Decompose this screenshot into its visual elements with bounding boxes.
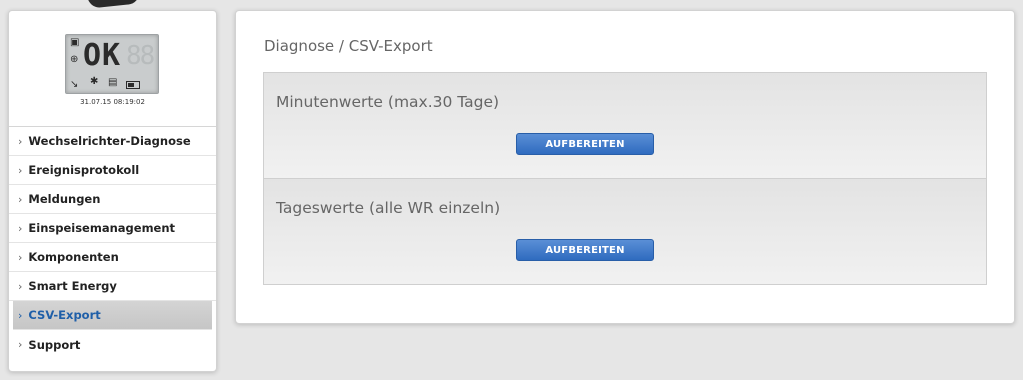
sidebar-item-label: Smart Energy: [28, 279, 117, 293]
lcd-ghost-digits: 88: [126, 41, 155, 71]
sidebar-item-label: Einspeisemanagement: [28, 221, 176, 235]
section-title: Tageswerte (alle WR einzeln): [276, 199, 501, 217]
sidebar-item-smart-energy[interactable]: › Smart Energy: [9, 272, 216, 301]
chevron-right-icon: ›: [18, 192, 23, 206]
sidebar-item-label: Support: [28, 337, 81, 352]
battery-icon: [126, 81, 140, 89]
chevron-right-icon: ›: [18, 338, 23, 351]
sidebar-item-label: Komponenten: [28, 250, 119, 264]
sidebar-item-meldungen[interactable]: › Meldungen: [9, 185, 216, 214]
status-panel: ▣ ⊕ OK 88 ↘ ✱ ▤ 31.07.15 08:19:02: [9, 11, 216, 127]
section-minutenwerte: Minutenwerte (max.30 Tage) AUFBEREITEN: [264, 73, 986, 178]
sidebar: ▣ ⊕ OK 88 ↘ ✱ ▤ 31.07.15 08:19:02 › Wechs…: [8, 10, 217, 372]
sidebar-item-einspeisemanagement[interactable]: › Einspeisemanagement: [9, 214, 216, 243]
sidebar-item-wechselrichter-diagnose[interactable]: › Wechselrichter-Diagnose: [9, 127, 216, 156]
chevron-right-icon: ›: [18, 134, 23, 148]
lcd-status-text: OK: [83, 38, 122, 73]
sidebar-item-support[interactable]: › Support: [9, 330, 216, 359]
chevron-right-icon: ›: [18, 163, 23, 177]
lcd-display: ▣ ⊕ OK 88 ↘ ✱ ▤: [65, 34, 159, 94]
chevron-right-icon: ›: [18, 221, 23, 235]
chevron-right-icon: ›: [18, 250, 23, 264]
section-tageswerte: Tageswerte (alle WR einzeln) AUFBEREITEN: [264, 178, 986, 284]
sidebar-item-ereignisprotokoll[interactable]: › Ereignisprotokoll: [9, 156, 216, 185]
sidebar-item-csv-export[interactable]: › CSV-Export: [13, 301, 212, 330]
breadcrumb: Diagnose / CSV-Export: [264, 37, 433, 55]
chevron-right-icon: ›: [18, 279, 23, 293]
main-panel: Diagnose / CSV-Export Minutenwerte (max.…: [235, 10, 1015, 324]
globe-icon: ⊕: [70, 54, 79, 65]
sun-icon: ▣: [70, 37, 80, 48]
sidebar-item-label: Ereignisprotokoll: [28, 163, 140, 177]
wind-icon: ✱: [90, 76, 99, 87]
prepare-daily-values-button[interactable]: AUFBEREITEN: [516, 239, 654, 261]
export-options-box: Minutenwerte (max.30 Tage) AUFBEREITEN T…: [263, 72, 987, 285]
status-timestamp: 31.07.15 08:19:02: [80, 98, 145, 106]
section-title: Minutenwerte (max.30 Tage): [276, 93, 500, 111]
arrow-icon: ↘: [70, 79, 79, 90]
sidebar-nav: › Wechselrichter-Diagnose › Ereignisprotok…: [9, 127, 216, 359]
chevron-right-icon: ›: [18, 308, 23, 322]
header-decoration: [87, 0, 141, 9]
sidebar-item-komponenten[interactable]: › Komponenten: [9, 243, 216, 272]
grid-icon: ▤: [108, 77, 118, 88]
sidebar-item-label: Wechselrichter-Diagnose: [28, 134, 191, 148]
sidebar-item-label: Meldungen: [28, 192, 101, 206]
prepare-minute-values-button[interactable]: AUFBEREITEN: [516, 133, 654, 155]
sidebar-item-label: CSV-Export: [28, 308, 101, 322]
